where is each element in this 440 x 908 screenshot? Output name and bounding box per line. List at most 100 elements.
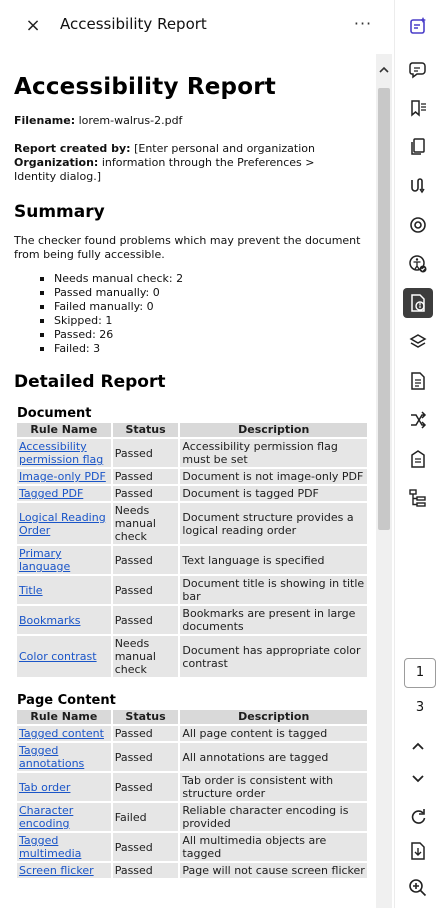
target-icon[interactable] <box>403 210 433 240</box>
rule-link[interactable]: Color contrast <box>19 650 97 663</box>
status-cell: Passed <box>112 743 179 771</box>
table-row: Accessibility permission flag Passed Acces… <box>17 439 367 467</box>
rule-link[interactable]: Screen flicker <box>19 864 94 877</box>
rule-link[interactable]: Character encoding <box>19 804 73 830</box>
bookmark-icon[interactable] <box>403 93 433 123</box>
status-cell: Needs manual check <box>112 636 179 677</box>
scroll-up-icon[interactable] <box>378 64 390 76</box>
summary-item: Passed: 26 <box>40 328 370 342</box>
rule-name-header: Rule Name <box>17 423 111 437</box>
table-row: Tab order Passed Tab order is consistent w… <box>17 773 367 801</box>
total-pages: 3 <box>415 700 425 715</box>
status-cell: Passed <box>112 469 179 484</box>
description-header: Description <box>180 423 367 437</box>
rule-link[interactable]: Primary language <box>19 547 70 573</box>
rule-cell: Tagged annotations <box>17 743 111 771</box>
tags-tree-icon[interactable] <box>403 483 433 513</box>
filename-value: lorem-walrus-2.pdf <box>78 114 183 127</box>
summary-item: Needs manual check: 2 <box>40 272 370 286</box>
rule-cell: Tab order <box>17 773 111 801</box>
comment-icon[interactable] <box>403 54 433 84</box>
table-row: Title Passed Document title is showing in … <box>17 576 367 604</box>
panel-header: × Accessibility Report ··· <box>0 0 392 52</box>
description-cell: Document is tagged PDF <box>180 486 367 501</box>
description-cell: Tab order is consistent with structure o… <box>180 773 367 801</box>
accessibility-check-icon[interactable] <box>403 249 433 279</box>
filename-label: Filename: <box>14 114 76 127</box>
rule-cell: Color contrast <box>17 636 111 677</box>
content-icon[interactable] <box>403 444 433 474</box>
detailed-report-heading: Detailed Report <box>14 372 166 392</box>
rule-link[interactable]: Tagged PDF <box>19 487 83 500</box>
previous-page-icon[interactable] <box>403 732 433 762</box>
more-options-icon[interactable]: ··· <box>352 12 374 36</box>
document-icon[interactable] <box>403 366 433 396</box>
rule-link[interactable]: Title <box>19 584 43 597</box>
status-cell: Passed <box>112 726 179 741</box>
description-header: Description <box>180 710 367 724</box>
rule-link[interactable]: Accessibility permission flag <box>19 440 103 466</box>
description-cell: Bookmarks are present in large documents <box>180 606 367 634</box>
table-row: Character encoding Failed Reliable charact… <box>17 803 367 831</box>
rule-cell: Accessibility permission flag <box>17 439 111 467</box>
description-cell: Page will not cause screen flicker <box>180 863 367 878</box>
description-cell: All page content is tagged <box>180 726 367 741</box>
extract-page-icon[interactable] <box>403 836 433 866</box>
filename-line: Filename: lorem-walrus-2.pdf <box>14 114 370 128</box>
table-header-row: Rule Name Status Description <box>17 423 367 437</box>
close-icon[interactable]: × <box>22 14 44 38</box>
rule-link[interactable]: Logical Reading Order <box>19 511 106 537</box>
description-cell: Document has appropriate color contrast <box>180 636 367 677</box>
current-page-input[interactable]: 1 <box>404 658 436 688</box>
report-view: Accessibility Report Filename: lorem-wal… <box>0 54 376 908</box>
table-row: Primary language Passed Text language is s… <box>17 546 367 574</box>
status-cell: Failed <box>112 803 179 831</box>
rule-link[interactable]: Tagged content <box>19 727 104 740</box>
created-by-value: [Enter personal and organization <box>134 142 315 155</box>
description-cell: Text language is specified <box>180 546 367 574</box>
ai-assistant-icon[interactable] <box>403 11 433 41</box>
rotate-icon[interactable] <box>403 802 433 832</box>
table-row: Tagged multimedia Passed All multimedia ob… <box>17 833 367 861</box>
description-cell: Accessibility permission flag must be se… <box>180 439 367 467</box>
summary-item: Failed manually: 0 <box>40 300 370 314</box>
organization-value: information through the Preferences > <box>101 156 315 169</box>
rule-link[interactable]: Tagged annotations <box>19 744 84 770</box>
rule-cell: Primary language <box>17 546 111 574</box>
pages-icon[interactable] <box>403 132 433 162</box>
section-title: Document <box>17 406 92 421</box>
rule-cell: Bookmarks <box>17 606 111 634</box>
rule-link[interactable]: Bookmarks <box>19 614 80 627</box>
table-row: Screen flicker Passed Page will not cause … <box>17 863 367 878</box>
description-cell: Document is not image-only PDF <box>180 469 367 484</box>
zoom-in-icon[interactable] <box>403 873 433 903</box>
table-header-row: Rule Name Status Description <box>17 710 367 724</box>
scroll-thumb[interactable] <box>378 88 390 530</box>
status-cell: Passed <box>112 863 179 878</box>
rule-link[interactable]: Image-only PDF <box>19 470 106 483</box>
rule-link[interactable]: Tab order <box>19 781 70 794</box>
report-table: Rule Name Status Description Tagged content… <box>15 708 369 880</box>
rule-link[interactable]: Tagged multimedia <box>19 834 81 860</box>
rule-cell: Screen flicker <box>17 863 111 878</box>
next-page-icon[interactable] <box>403 763 433 793</box>
created-by-label: Report created by: <box>14 142 131 155</box>
status-cell: Passed <box>112 546 179 574</box>
order-icon[interactable] <box>403 405 433 435</box>
report-table: Rule Name Status Description Accessibility … <box>15 421 369 679</box>
table-row: Logical Reading Order Needs manual check D… <box>17 503 367 544</box>
attachment-icon[interactable] <box>403 171 433 201</box>
organization-label: Organization: <box>14 156 99 169</box>
status-cell: Passed <box>112 486 179 501</box>
status-cell: Needs manual check <box>112 503 179 544</box>
rule-cell: Tagged PDF <box>17 486 111 501</box>
rule-cell: Title <box>17 576 111 604</box>
layers-icon[interactable] <box>403 327 433 357</box>
report-scrollbar[interactable] <box>376 54 392 908</box>
table-row: Tagged annotations Passed All annotations … <box>17 743 367 771</box>
accessibility-report-icon[interactable] <box>403 288 433 318</box>
created-by-block: Report created by: [Enter personal and o… <box>14 142 370 184</box>
description-cell: All multimedia objects are tagged <box>180 833 367 861</box>
table-row: Tagged PDF Passed Document is tagged PDF <box>17 486 367 501</box>
rule-cell: Tagged content <box>17 726 111 741</box>
